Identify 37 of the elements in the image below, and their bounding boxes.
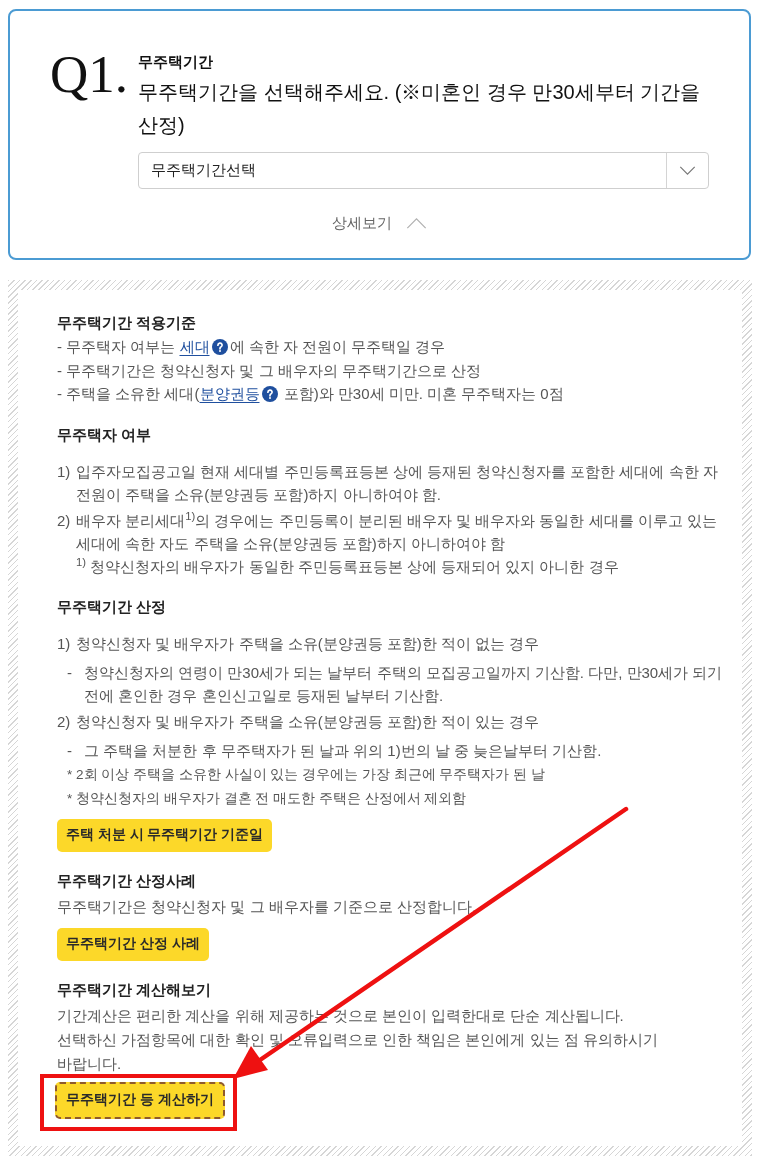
help-icon[interactable] [261, 386, 278, 402]
list-item-text: 입주자모집공고일 현재 세대별 주민등록표등본 상에 등재된 청약신청자를 포함한 세대에 속한 자 전원이 주택을 소유(분양권등 포함)하지 아니하여야 함. [76, 461, 719, 505]
list-marker: 1) [57, 461, 72, 482]
section-heading: 무주택기간 산정사례 [57, 870, 198, 891]
section-heading: 무주택기간 산정 [57, 596, 168, 617]
list-item-text: 청약신청자의 연령이 만30세가 되는 날부터 주택의 모집공고일까지 기산함. 다만, 만30세가 되기 전에 혼인한 경우 혼인신고일로 등재된 날부터 기산함. [84, 662, 724, 706]
list-marker: 2) [57, 711, 72, 732]
list-marker: 1) [57, 633, 72, 654]
criteria-line: - 주택을 소유한 세대(분양권등 포함)와 만30세 미만. 미혼 무주택자는 0점 [57, 384, 565, 404]
section-heading: 무주택자 여부 [57, 424, 153, 445]
list-item-text: 그 주택을 처분한 후 무주택자가 된 날과 위의 1)번의 날 중 늦은날부터 기산함. [84, 740, 602, 761]
section-heading: 무주택기간 계산해보기 [57, 979, 213, 1000]
action-button[interactable]: 주택 처분 시 무주택기간 기준일 [57, 818, 272, 852]
list-item-text: 배우자 분리세대$^{1)}$의 경우에는 주민등록이 분리된 배우자 및 배우자와 동일한 세대를 이루고 있는 세대에 속한 자도 주택을 소유(분양권등 포함)하지 아니하여야 함 [76, 508, 718, 554]
list-item-text: 청약신청자 및 배우자가 주택을 소유(분양권등 포함)한 적이 있는 경우 [76, 711, 540, 732]
chevron-down-icon [679, 166, 696, 175]
question-text: 무주택기간을 선택해주세요. (※미혼인 경우 만30세부터 기간을 산정) [138, 80, 702, 138]
help-icon[interactable] [211, 339, 228, 355]
note-text: * 청약신청자의 배우자가 결혼 전 매도한 주택은 산정에서 제외함 [67, 790, 467, 806]
list-item-text: 청약신청자 및 배우자가 주택을 소유(분양권등 포함)한 적이 없는 경우 [76, 633, 540, 654]
question-label: 무주택기간 [138, 52, 214, 72]
criteria-line: - 무주택기간은 청약신청자 및 그 배우자의 무주택기간으로 산정 [57, 360, 483, 381]
link[interactable]: 분양권등 [199, 385, 260, 402]
footnote-text: $^{1)}$ 청약신청자의 배우자가 동일한 주민등록표등본 상에 등재되어 있지 아니한 경우 [76, 557, 619, 575]
action-button[interactable]: 무주택기간 등 계산하기 [55, 1081, 225, 1119]
period-select[interactable]: 무주택기간선택 [138, 152, 709, 189]
list-marker: - [67, 740, 73, 761]
list-marker: 2) [57, 510, 72, 531]
link[interactable]: 세대 [179, 338, 210, 355]
section-heading: 무주택기간 적용기준 [57, 313, 198, 333]
criteria-line: - 무주택자 여부는 세대 에 속한 자 전원이 무주택일 경우 [57, 337, 447, 357]
note-text: * 2회 이상 주택을 소유한 사실이 있는 경우에는 가장 최근에 무주택자가 된 날 [67, 766, 545, 782]
question-number: Q1. [50, 52, 130, 105]
action-button[interactable]: 무주택기간 산정 사례 [57, 927, 209, 961]
details-toggle[interactable]: 상세보기 [332, 212, 427, 234]
description-text: 무주택기간은 청약신청자 및 그 배우자를 기준으로 산정합니다. [57, 896, 478, 917]
list-marker: - [67, 662, 73, 683]
